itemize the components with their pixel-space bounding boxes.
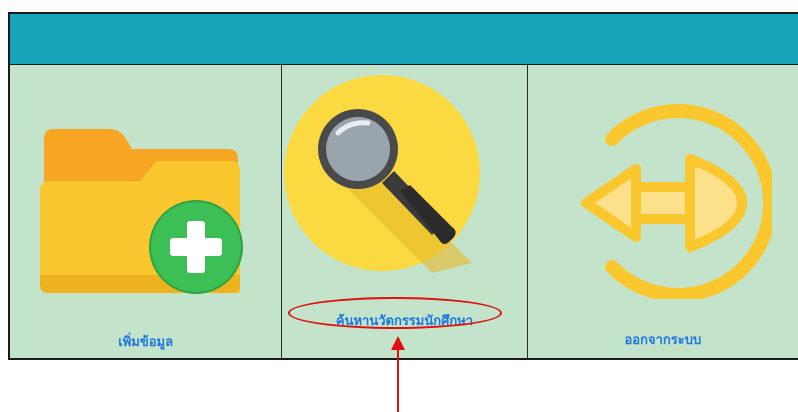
logout-icon <box>580 104 772 299</box>
menu-tile-logout[interactable]: ออกจากระบบ <box>526 65 798 360</box>
menu-label-add-data: เพิ่มข้อมูล <box>118 335 174 350</box>
menu-label-search-innovation: ค้นหานวัตกรรมนักศึกษา <box>335 314 474 329</box>
annotation-arrow <box>391 336 405 412</box>
folder-add-icon <box>40 129 243 294</box>
main-menu-panel: เพิ่มข้อมูล ค้นหานวัตกรรมนักศึกษา ออกจาก… <box>8 12 798 360</box>
menu-tile-add-data[interactable]: เพิ่มข้อมูล <box>10 65 281 360</box>
menu-tile-search-innovation[interactable]: ค้นหานวัตกรรมนักศึกษา <box>281 65 526 360</box>
menu-tiles: เพิ่มข้อมูล ค้นหานวัตกรรมนักศึกษา ออกจาก… <box>10 65 798 360</box>
magnifier-icon <box>284 75 481 273</box>
menu-label-logout: ออกจากระบบ <box>624 333 702 348</box>
header-bar <box>10 14 798 65</box>
